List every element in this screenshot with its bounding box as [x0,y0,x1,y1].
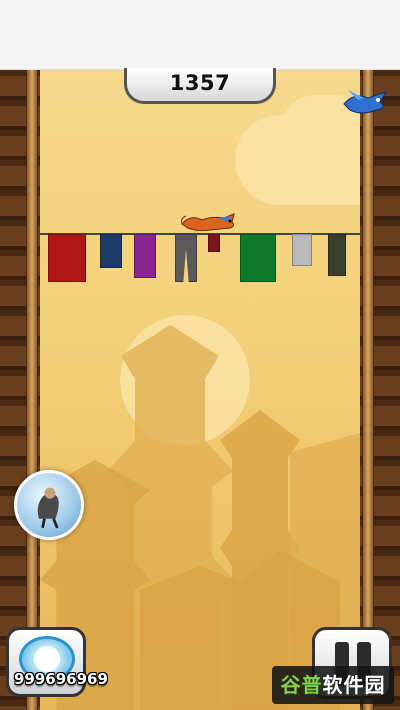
coin-count: 999696969 [14,670,108,688]
right-pole [362,70,374,710]
blue-bird-enemy [343,90,388,114]
left-pole [26,70,38,710]
hanging-cloth [240,234,276,282]
hanging-cloth [48,234,86,282]
hanging-cloth [134,234,156,278]
hanging-cloth [328,234,346,276]
score-panel: 1357 [124,68,276,104]
hanging-cloth [292,234,312,266]
fox-character [181,213,235,232]
game-scene[interactable] [0,70,400,710]
score-value: 1357 [169,71,231,95]
watermark: 谷普软件园 [272,666,394,704]
bubble-shield-powerup[interactable] [14,470,84,540]
hanging-cloth [208,234,220,252]
character-in-bubble-icon [37,487,59,529]
top-status-area [0,0,400,70]
hanging-cloth [100,234,122,268]
